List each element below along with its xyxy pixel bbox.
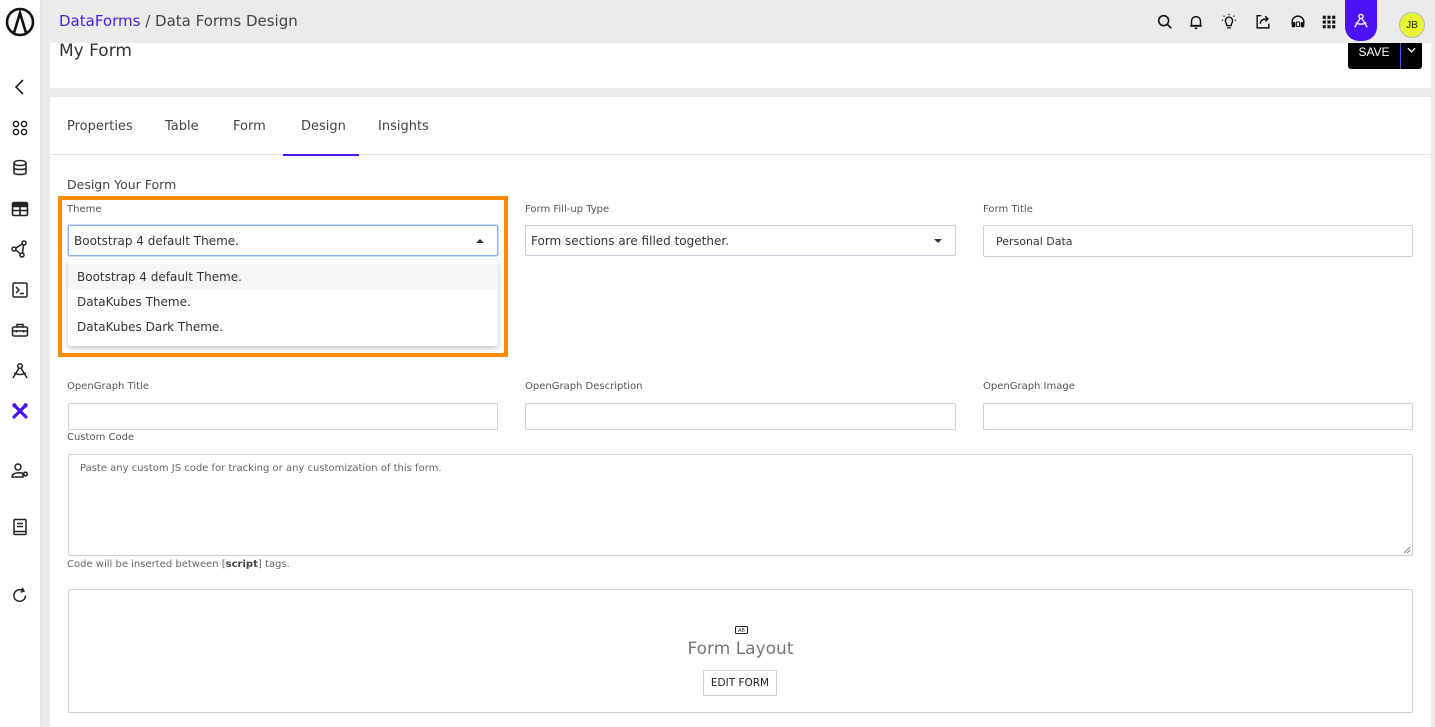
form-layout-title: Form Layout xyxy=(687,639,794,659)
active-app-compass-button[interactable] xyxy=(1345,0,1377,41)
form-layout-box: AB Form Layout EDIT FORM xyxy=(68,589,1413,713)
table-icon[interactable] xyxy=(9,198,31,220)
form-title-label: Form Title xyxy=(983,204,1033,215)
og-title-input[interactable] xyxy=(68,403,498,430)
breadcrumb-separator: / xyxy=(140,12,156,30)
breadcrumb: DataForms / Data Forms Design xyxy=(59,12,298,30)
lightbulb-icon[interactable] xyxy=(1219,12,1239,32)
custom-code-textarea[interactable]: Paste any custom JS code for tracking or… xyxy=(68,454,1413,556)
apps-grid-icon[interactable] xyxy=(9,117,31,139)
headset-icon[interactable] xyxy=(1288,12,1308,32)
fillup-type-select[interactable]: Form sections are filled together. xyxy=(525,225,956,256)
svg-text:AB: AB xyxy=(738,628,745,634)
database-icon[interactable] xyxy=(9,157,31,179)
tab-form[interactable]: Form xyxy=(233,119,266,134)
theme-option-bootstrap[interactable]: Bootstrap 4 default Theme. xyxy=(68,264,498,289)
design-panel: Properties Table Form Design Insights De… xyxy=(50,97,1431,727)
tab-bar: Properties Table Form Design Insights xyxy=(50,97,1431,156)
theme-dropdown-menu: Bootstrap 4 default Theme. DataKubes The… xyxy=(68,260,498,346)
breadcrumb-root-link[interactable]: DataForms xyxy=(59,12,140,30)
refresh-icon[interactable] xyxy=(9,585,31,607)
form-title-input[interactable]: Personal Data xyxy=(983,225,1413,257)
app-logo-icon[interactable] xyxy=(5,7,35,37)
theme-label: Theme xyxy=(67,204,102,215)
breadcrumb-current: Data Forms Design xyxy=(155,12,298,30)
custom-code-placeholder: Paste any custom JS code for tracking or… xyxy=(80,463,442,474)
page-title: My Form xyxy=(59,41,132,61)
compass-icon[interactable] xyxy=(9,360,31,382)
form-layout-icon: AB xyxy=(735,626,748,634)
grid-icon[interactable] xyxy=(1319,12,1339,32)
save-button-group: SAVE xyxy=(1348,43,1422,69)
top-bar: DataForms / Data Forms Design JB xyxy=(41,0,1435,43)
theme-select[interactable]: Bootstrap 4 default Theme. xyxy=(68,225,498,256)
custom-code-label: Custom Code xyxy=(67,432,135,443)
terminal-icon[interactable] xyxy=(9,279,31,301)
og-image-label: OpenGraph Image xyxy=(983,381,1075,392)
bell-icon[interactable] xyxy=(1186,12,1206,32)
share-nodes-icon[interactable] xyxy=(9,238,31,260)
theme-selected-value: Bootstrap 4 default Theme. xyxy=(74,234,239,248)
book-icon[interactable] xyxy=(9,516,31,538)
user-avatar[interactable]: JB xyxy=(1399,12,1425,38)
fillup-type-value: Form sections are filled together. xyxy=(531,234,729,248)
edit-form-button[interactable]: EDIT FORM xyxy=(703,670,777,696)
save-button[interactable]: SAVE xyxy=(1348,43,1400,69)
og-description-label: OpenGraph Description xyxy=(525,381,643,392)
tab-table[interactable]: Table xyxy=(165,119,199,134)
save-options-dropdown[interactable] xyxy=(1400,43,1422,69)
help-text-prefix: Code will be inserted between [ xyxy=(67,559,226,570)
caret-up-icon xyxy=(476,239,484,243)
theme-option-datakubes[interactable]: DataKubes Theme. xyxy=(68,289,498,314)
og-image-input[interactable] xyxy=(983,403,1413,430)
tab-design[interactable]: Design xyxy=(301,119,346,134)
scrollbar[interactable] xyxy=(1431,43,1435,727)
tab-insights[interactable]: Insights xyxy=(378,119,429,134)
search-icon[interactable] xyxy=(1155,12,1175,32)
active-tab-indicator xyxy=(283,154,359,156)
fillup-type-label: Form Fill-up Type xyxy=(525,204,610,215)
share-icon[interactable] xyxy=(1253,12,1273,32)
toolbox-icon[interactable] xyxy=(9,319,31,341)
chevron-down-icon xyxy=(1407,47,1416,53)
user-gear-icon[interactable] xyxy=(9,460,31,482)
form-header: My Form SAVE xyxy=(50,41,1431,88)
custom-code-help: Code will be inserted between [script] t… xyxy=(67,559,290,570)
caret-down-icon xyxy=(934,239,942,243)
og-title-label: OpenGraph Title xyxy=(67,381,149,392)
tools-icon[interactable] xyxy=(9,400,31,422)
chevron-left-icon[interactable] xyxy=(9,76,31,98)
help-text-suffix: ] tags. xyxy=(257,559,290,570)
resize-handle-icon[interactable] xyxy=(1403,546,1411,554)
compass-icon xyxy=(1354,13,1368,28)
og-description-input[interactable] xyxy=(525,403,956,430)
tab-properties[interactable]: Properties xyxy=(67,119,133,134)
section-title: Design Your Form xyxy=(67,177,177,192)
sidebar xyxy=(0,0,41,727)
theme-option-datakubes-dark[interactable]: DataKubes Dark Theme. xyxy=(68,314,498,339)
help-text-bold: script xyxy=(225,559,258,570)
